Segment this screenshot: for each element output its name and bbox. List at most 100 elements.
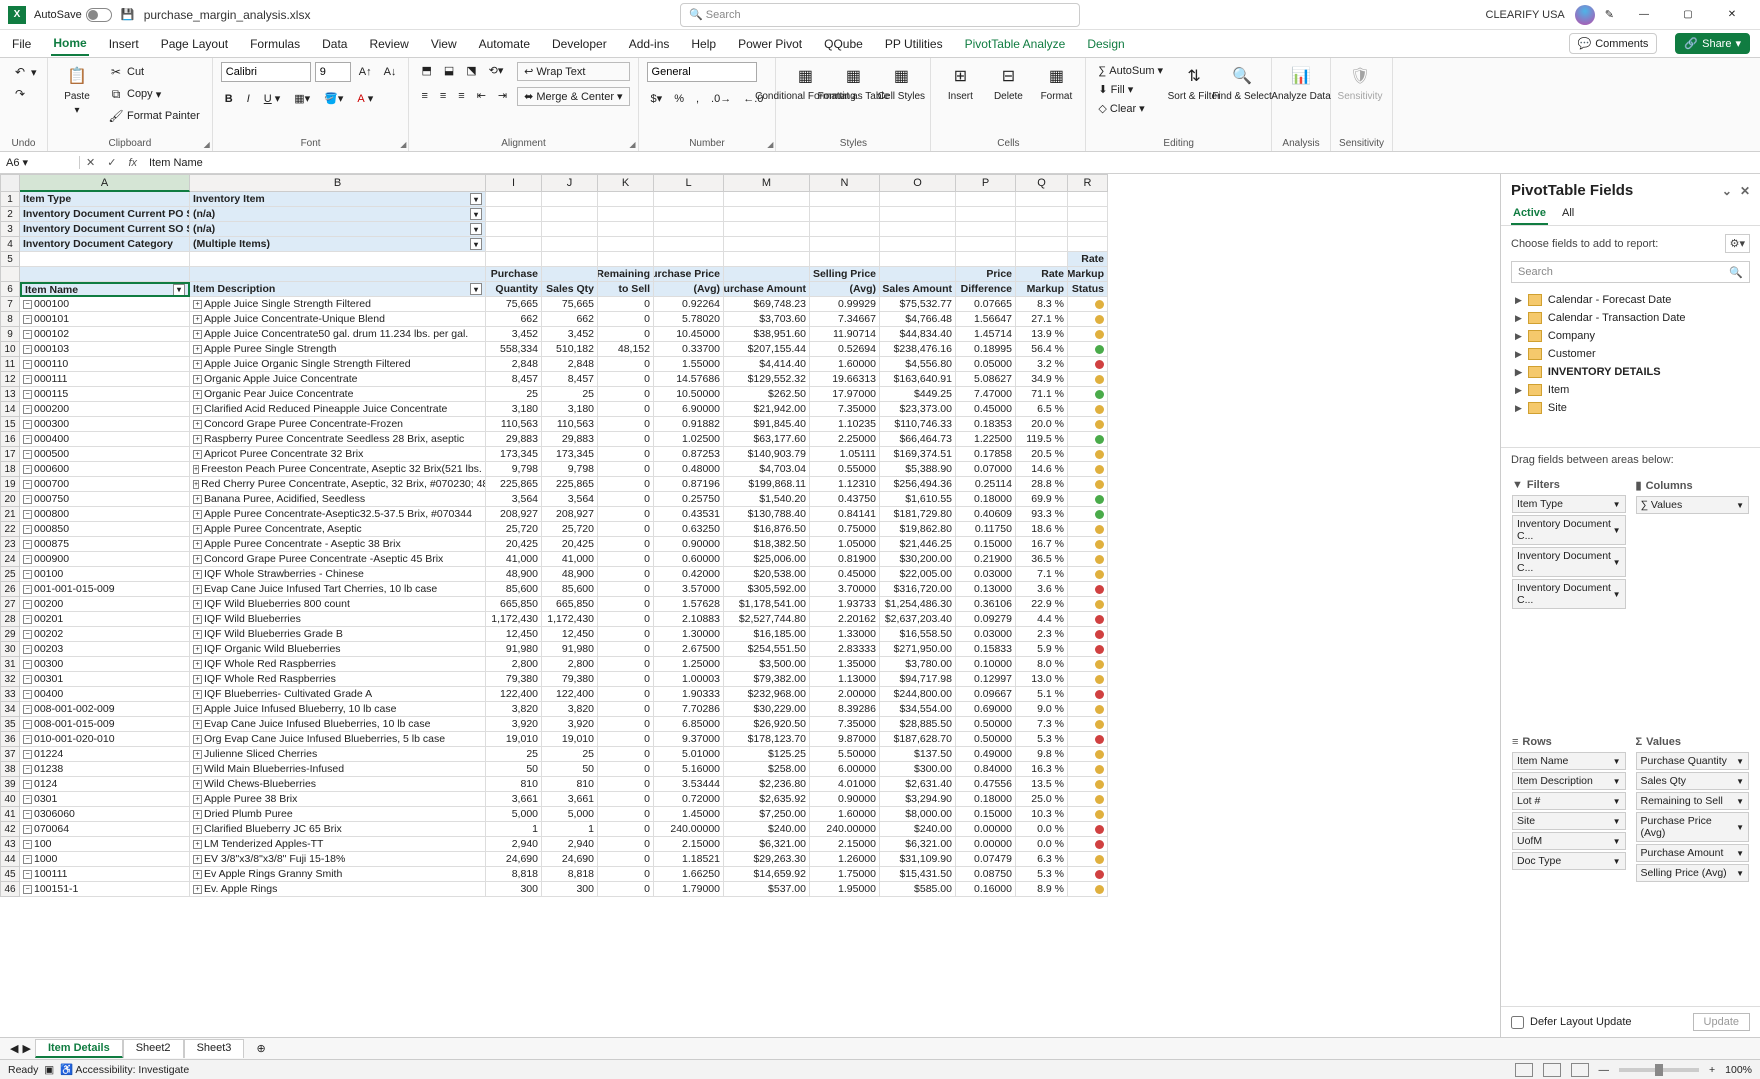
cell[interactable]: 0.50000	[956, 717, 1016, 732]
cell[interactable]: −070064	[20, 822, 190, 837]
defer-checkbox[interactable]	[1511, 1016, 1524, 1029]
cell[interactable]: +Ev. Apple Rings	[190, 882, 486, 897]
cell[interactable]: −00202	[20, 627, 190, 642]
cell[interactable]: $34,554.00	[880, 702, 956, 717]
cell[interactable]: Purchase	[486, 267, 542, 282]
cell[interactable]	[1068, 672, 1108, 687]
cell[interactable]: −00203	[20, 642, 190, 657]
cell[interactable]: $21,446.25	[880, 537, 956, 552]
cell[interactable]: 1,172,430	[542, 612, 598, 627]
cell[interactable]: 0.36106	[956, 597, 1016, 612]
cell[interactable]: 0	[598, 882, 654, 897]
cell[interactable]: 225,865	[486, 477, 542, 492]
underline-button[interactable]: U▾	[260, 90, 284, 107]
sheet-nav-next-icon[interactable]: ▶	[22, 1042, 30, 1055]
cell[interactable]: 0.69000	[956, 702, 1016, 717]
cell[interactable]: 13.9 %	[1016, 327, 1068, 342]
cell[interactable]: 3,661	[486, 792, 542, 807]
cell[interactable]: 56.4 %	[1016, 342, 1068, 357]
chip[interactable]: Sales Qty▼	[1636, 772, 1750, 790]
cell[interactable]: 1.13000	[810, 672, 880, 687]
col-header-B[interactable]: B	[190, 174, 486, 192]
cell[interactable]: 0	[598, 807, 654, 822]
cell[interactable]: 93.3 %	[1016, 507, 1068, 522]
bold-button[interactable]: B	[221, 90, 237, 107]
maximize-button[interactable]: ▢	[1668, 1, 1708, 29]
cell[interactable]: +Clarified Acid Reduced Pineapple Juice …	[190, 402, 486, 417]
cell[interactable]	[880, 222, 956, 237]
cell[interactable]	[956, 222, 1016, 237]
cell[interactable]	[1068, 372, 1108, 387]
chip[interactable]: Item Name▼	[1512, 752, 1626, 770]
cell[interactable]: +Dried Plumb Puree	[190, 807, 486, 822]
cell[interactable]: −00200	[20, 597, 190, 612]
cell[interactable]: 12,450	[542, 627, 598, 642]
chip[interactable]: Purchase Amount▼	[1636, 844, 1750, 862]
cell[interactable]: $16,558.50	[880, 627, 956, 642]
cell[interactable]: 14.6 %	[1016, 462, 1068, 477]
cell[interactable]: 1.05000	[810, 537, 880, 552]
cell[interactable]: 5.50000	[810, 747, 880, 762]
cell[interactable]: −000200	[20, 402, 190, 417]
row-header[interactable]: 12	[0, 372, 20, 387]
cell[interactable]: 5.08627	[956, 372, 1016, 387]
row-header[interactable]: 16	[0, 432, 20, 447]
cell[interactable]: 20,425	[486, 537, 542, 552]
cell[interactable]	[1068, 597, 1108, 612]
cell[interactable]: 3.2 %	[1016, 357, 1068, 372]
grow-font-button[interactable]: A↑	[355, 62, 376, 82]
tab-design[interactable]: Design	[1085, 33, 1126, 55]
cell[interactable]: 2,940	[542, 837, 598, 852]
cell[interactable]: 1.00003	[654, 672, 724, 687]
cell[interactable]: 91,980	[486, 642, 542, 657]
row-header[interactable]: 43	[0, 837, 20, 852]
cell[interactable]: Sales Amount	[880, 282, 956, 297]
cell[interactable]: +Banana Puree, Acidified, Seedless	[190, 492, 486, 507]
row-header[interactable]: 30	[0, 642, 20, 657]
field-customer[interactable]: ▶Customer	[1511, 345, 1750, 363]
cell[interactable]: $16,185.00	[724, 627, 810, 642]
cell[interactable]: 3.57000	[654, 582, 724, 597]
cell[interactable]: 28.8 %	[1016, 477, 1068, 492]
rows-area[interactable]: ≡ RowsItem Name▼Item Description▼Lot #▼S…	[1509, 733, 1629, 1002]
cell[interactable]	[598, 207, 654, 222]
cell[interactable]: $1,610.55	[880, 492, 956, 507]
cell[interactable]: 0	[598, 702, 654, 717]
cell[interactable]: +IQF Organic Wild Blueberries	[190, 642, 486, 657]
cell[interactable]	[1068, 612, 1108, 627]
share-button[interactable]: 🔗 Share ▾	[1675, 33, 1750, 54]
cell[interactable]	[598, 222, 654, 237]
cell[interactable]: $585.00	[880, 882, 956, 897]
cell[interactable]: 0	[598, 612, 654, 627]
cell[interactable]	[880, 267, 956, 282]
font-size-select[interactable]	[315, 62, 351, 82]
cell[interactable]	[1068, 462, 1108, 477]
inc-decimal-button[interactable]: .0→	[707, 90, 735, 107]
cell[interactable]: 3,564	[486, 492, 542, 507]
cell[interactable]: 1.56647	[956, 312, 1016, 327]
cell[interactable]	[1068, 837, 1108, 852]
row-header[interactable]: 33	[0, 687, 20, 702]
cell[interactable]: 0	[598, 312, 654, 327]
cell[interactable]	[654, 207, 724, 222]
cell[interactable]: 0	[598, 507, 654, 522]
chip[interactable]: Remaining to Sell▼	[1636, 792, 1750, 810]
cell[interactable]: 0.07665	[956, 297, 1016, 312]
cell[interactable]	[956, 207, 1016, 222]
cell[interactable]: 71.1 %	[1016, 387, 1068, 402]
cell[interactable]: 0.45000	[956, 402, 1016, 417]
cell[interactable]	[20, 252, 190, 267]
cell[interactable]: 2,800	[486, 657, 542, 672]
cell[interactable]	[1068, 657, 1108, 672]
cell[interactable]: 0.05000	[956, 357, 1016, 372]
cell[interactable]	[1068, 297, 1108, 312]
cell[interactable]: −008-001-015-009	[20, 717, 190, 732]
row-header[interactable]: 26	[0, 582, 20, 597]
cell[interactable]: 8.9 %	[1016, 882, 1068, 897]
cell[interactable]	[598, 252, 654, 267]
cell[interactable]: 3,820	[542, 702, 598, 717]
row-header[interactable]: 32	[0, 672, 20, 687]
cell[interactable]: 24,690	[542, 852, 598, 867]
row-header[interactable]: 21	[0, 507, 20, 522]
cell[interactable]: $20,538.00	[724, 567, 810, 582]
